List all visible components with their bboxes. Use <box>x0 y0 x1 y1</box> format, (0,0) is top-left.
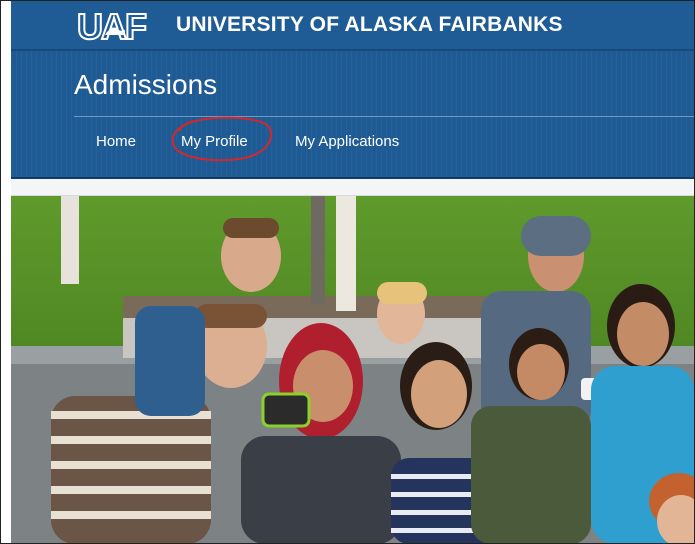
nav-item-my-applications[interactable]: My Applications <box>295 133 399 150</box>
header-divider <box>74 116 694 117</box>
admissions-header: Admissions Home My Profile My Applicatio… <box>11 51 694 177</box>
group-photo-students-icon <box>11 196 694 543</box>
university-name[interactable]: UNIVERSITY OF ALASKA FAIRBANKS <box>176 13 563 37</box>
main-nav: Home My Profile My Applications <box>11 121 694 161</box>
logo-lettering: UAF <box>77 6 146 47</box>
screenshot-frame: UAF UNIVERSITY OF ALASKA FAIRBANKS Admis… <box>0 0 695 544</box>
university-bar: UAF UNIVERSITY OF ALASKA FAIRBANKS <box>11 1 694 51</box>
page-title: Admissions <box>74 69 218 100</box>
highlight-circle-annotation <box>171 116 272 162</box>
uaf-logo[interactable]: UAF <box>75 5 159 47</box>
hero-photo <box>11 196 694 543</box>
content-spacer <box>11 179 694 196</box>
nav-item-home[interactable]: Home <box>96 133 136 150</box>
